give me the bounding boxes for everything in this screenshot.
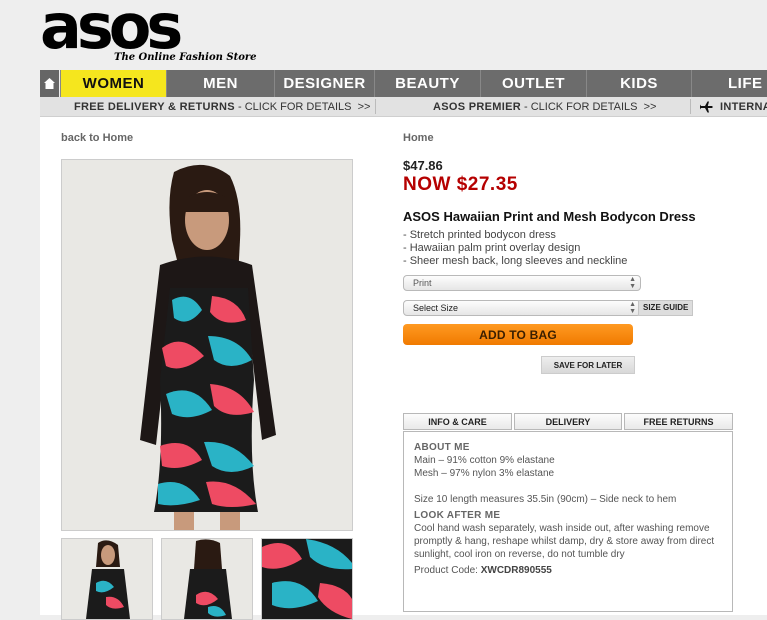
save-for-later-button[interactable]: SAVE FOR LATER bbox=[541, 356, 635, 374]
info-care-panel: ABOUT ME Main – 91% cotton 9% elastane M… bbox=[403, 431, 733, 612]
nav-item-designer[interactable]: DESIGNER bbox=[274, 70, 374, 97]
feature-line: - Hawaiian palm print overlay design bbox=[403, 242, 581, 254]
colour-select[interactable]: Print ▲ ▼ bbox=[403, 275, 641, 291]
nav-item-women[interactable]: WOMEN bbox=[60, 70, 166, 97]
delivery-promo-link: - CLICK FOR DETAILS >> bbox=[234, 100, 371, 113]
product-title: ASOS Hawaiian Print and Mesh Bodycon Dre… bbox=[403, 209, 696, 224]
airplane-icon bbox=[700, 101, 713, 112]
tab-info-care[interactable]: INFO & CARE bbox=[403, 413, 512, 430]
tab-delivery[interactable]: DELIVERY bbox=[514, 413, 622, 430]
logo-tagline: The Online Fashion Store bbox=[114, 52, 257, 63]
thumbnail-print-detail-photo bbox=[262, 539, 352, 619]
sale-price: NOW $27.35 bbox=[403, 174, 518, 195]
composition-line: Mesh – 97% nylon 3% elastane bbox=[414, 468, 555, 479]
main-nav: WOMEN MEN DESIGNER BEAUTY OUTLET KIDS LI… bbox=[40, 70, 767, 97]
nav-item-men[interactable]: MEN bbox=[166, 70, 274, 97]
premier-promo[interactable]: ASOS PREMIER - CLICK FOR DETAILS >> bbox=[433, 97, 656, 116]
care-instructions: Cool hand wash separately, wash inside o… bbox=[414, 523, 715, 560]
premier-promo-title: ASOS PREMIER bbox=[433, 100, 521, 113]
asos-logo[interactable]: asos The Online Fashion Store bbox=[40, 0, 257, 66]
size-note: Size 10 length measures 35.5in (90cm) – … bbox=[414, 494, 677, 505]
international-promo[interactable]: INTERNA bbox=[700, 97, 767, 116]
product-page: back to Home Home $47.86 NOW $27.35 ASOS… bbox=[40, 117, 767, 620]
promo-divider bbox=[690, 99, 691, 114]
about-heading: ABOUT ME bbox=[414, 442, 470, 453]
add-to-bag-button[interactable]: ADD TO BAG bbox=[403, 324, 633, 345]
thumbnail-back-photo bbox=[162, 539, 252, 619]
back-to-home-link[interactable]: back to Home bbox=[61, 132, 133, 144]
size-guide-button[interactable]: SIZE GUIDE bbox=[638, 300, 694, 316]
tab-free-returns[interactable]: FREE RETURNS bbox=[624, 413, 733, 430]
international-promo-title: INTERNA bbox=[720, 100, 767, 113]
product-code-value: XWCDR890555 bbox=[480, 565, 552, 576]
composition-line: Main – 91% cotton 9% elastane bbox=[414, 455, 555, 466]
product-thumbnail[interactable] bbox=[161, 538, 253, 620]
nav-item-beauty[interactable]: BEAUTY bbox=[374, 70, 480, 97]
nav-item-life[interactable]: LIFE bbox=[691, 70, 767, 97]
product-code-row: Product Code: XWCDR890555 bbox=[414, 564, 722, 577]
product-thumbnail[interactable] bbox=[61, 538, 153, 620]
product-thumbnail[interactable] bbox=[261, 538, 353, 620]
thumbnail-front-photo bbox=[62, 539, 152, 619]
size-select-value: Select Size bbox=[413, 303, 459, 313]
premier-promo-link: - CLICK FOR DETAILS >> bbox=[520, 100, 657, 113]
delivery-promo[interactable]: FREE DELIVERY & RETURNS - CLICK FOR DETA… bbox=[74, 97, 370, 116]
promo-divider bbox=[375, 99, 376, 114]
nav-item-kids[interactable]: KIDS bbox=[586, 70, 691, 97]
product-features: - Stretch printed bodycon dress - Hawaii… bbox=[403, 229, 627, 268]
nav-item-outlet[interactable]: OUTLET bbox=[480, 70, 586, 97]
product-main-image[interactable] bbox=[61, 159, 353, 531]
home-button[interactable] bbox=[40, 70, 59, 97]
original-price: $47.86 bbox=[403, 158, 443, 173]
delivery-promo-title: FREE DELIVERY & RETURNS bbox=[74, 100, 235, 113]
feature-line: - Stretch printed bodycon dress bbox=[403, 229, 556, 241]
promo-bar: FREE DELIVERY & RETURNS - CLICK FOR DETA… bbox=[40, 97, 767, 117]
product-code-label: Product Code: bbox=[414, 565, 478, 576]
home-icon bbox=[44, 78, 55, 89]
breadcrumb-home[interactable]: Home bbox=[403, 132, 434, 144]
dropdown-arrows-icon: ▲ ▼ bbox=[629, 301, 636, 315]
dress-model-photo bbox=[62, 160, 352, 530]
logo-wordmark: asos bbox=[40, 0, 183, 63]
feature-line: - Sheer mesh back, long sleeves and neck… bbox=[403, 255, 628, 267]
dropdown-arrows-icon: ▲ ▼ bbox=[629, 276, 636, 290]
size-select[interactable]: Select Size ▲ ▼ bbox=[403, 300, 641, 316]
care-heading: LOOK AFTER ME bbox=[414, 510, 501, 521]
colour-select-value: Print bbox=[413, 278, 432, 288]
